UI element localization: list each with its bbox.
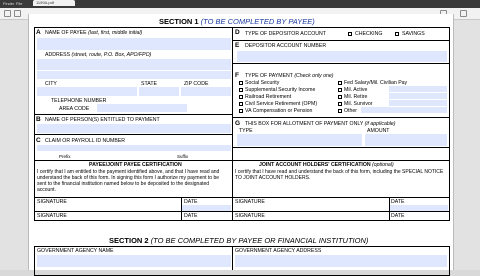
signature-label: SIGNATURE <box>235 199 265 205</box>
entitled-field[interactable] <box>37 124 231 133</box>
divider <box>232 147 450 148</box>
letter-c: C <box>36 137 41 144</box>
agency-name-label: GOVERNMENT AGENCY NAME <box>37 248 114 254</box>
address-field[interactable] <box>37 59 231 70</box>
name-label: NAME OF PAYEE (last, first, middle initi… <box>45 30 143 36</box>
payment-checkbox[interactable] <box>239 81 243 85</box>
savings-checkbox[interactable] <box>395 32 399 36</box>
checking-checkbox[interactable] <box>348 32 352 36</box>
divider <box>232 27 233 147</box>
address-label: ADDRESS (street, route, P.O. Box, APO/FP… <box>45 52 152 58</box>
claim-label: CLAIM OR PAYROLL ID NUMBER <box>45 138 126 144</box>
allotment-type-field[interactable] <box>237 134 362 146</box>
payment-checkbox[interactable] <box>338 109 342 113</box>
section1-header: SECTION 1 (TO BE COMPLETED BY PAYEE) <box>159 17 315 26</box>
entitled-label: NAME OF PERSON(S) ENTITLED TO PAYMENT <box>45 117 160 123</box>
area-code-label: AREA CODE <box>59 106 90 112</box>
payment-checkbox[interactable] <box>239 102 243 106</box>
divider <box>34 197 450 198</box>
phone-field[interactable] <box>97 104 187 112</box>
account-type-label: TYPE OF DEPOSITOR ACCOUNT <box>245 31 326 37</box>
menu-item-finder[interactable]: Finder <box>3 0 14 8</box>
divider <box>34 160 450 161</box>
signature-label: SIGNATURE <box>37 213 67 219</box>
payment-checkbox[interactable] <box>239 88 243 92</box>
allotment-label: THIS BOX FOR ALLOTMENT OF PAYMENT ONLY (… <box>245 121 396 127</box>
payee-name-field[interactable] <box>37 38 231 50</box>
section1-subtitle: (TO BE COMPLETED BY PAYEE) <box>200 17 315 26</box>
letter-d: D <box>235 29 240 36</box>
payment-option-label: Other <box>344 108 357 114</box>
agency-address-label: GOVERNMENT AGENCY ADDRESS <box>235 248 322 254</box>
date-label: DATE <box>391 213 405 219</box>
letter-g: G <box>235 120 241 127</box>
agency-name-field[interactable] <box>37 255 231 267</box>
document-tab[interactable]: 1199A.pdf <box>33 0 75 6</box>
payment-option-label: VA Compensation or Pension <box>245 108 313 114</box>
payment-checkbox[interactable] <box>239 109 243 113</box>
divider <box>232 117 450 118</box>
payment-option-label: Supplemental Security Income <box>245 87 316 93</box>
menu-item-file[interactable]: File <box>16 0 22 8</box>
divider <box>34 211 450 212</box>
sidebar-toggle-icon[interactable] <box>4 10 11 17</box>
divider <box>232 147 233 221</box>
mil-active-field[interactable] <box>389 86 447 92</box>
payment-option-label: Mil. Retire <box>344 94 368 100</box>
left-gutter <box>0 20 28 270</box>
section2-header: SECTION 2 (TO BE COMPLETED BY PAYEE OR F… <box>109 236 368 245</box>
other-payment-field[interactable] <box>361 107 447 113</box>
payment-option-label: Mil. Active <box>344 87 368 93</box>
signature-label: SIGNATURE <box>37 199 67 205</box>
claim-field[interactable] <box>37 145 231 151</box>
mil-retire-field[interactable] <box>389 93 447 99</box>
right-gutter <box>454 20 480 270</box>
divider <box>34 114 232 115</box>
allotment-amount-field[interactable] <box>365 134 447 146</box>
search-icon[interactable] <box>460 10 467 17</box>
payment-option-label: Civil Service Retirement (OPM) <box>245 101 318 107</box>
zoom-icon[interactable] <box>14 10 21 17</box>
checking-label: CHECKING <box>355 31 383 37</box>
divider <box>34 134 232 135</box>
city-field[interactable] <box>37 87 137 96</box>
address-line2-field[interactable] <box>37 71 231 79</box>
payment-checkbox[interactable] <box>239 95 243 99</box>
payee-cert-title: PAYEE/JOINT PAYEE CERTIFICATION <box>89 162 182 168</box>
date-label: DATE <box>184 213 198 219</box>
section2-subtitle: (TO BE COMPLETED BY PAYEE OR FINANCIAL I… <box>150 236 369 245</box>
payment-option-label: Social Security <box>245 80 280 86</box>
section2-title: SECTION 2 <box>109 236 149 245</box>
state-field[interactable] <box>139 87 179 96</box>
joint-cert-title: JOINT ACCOUNT HOLDERS' CERTIFICATION (op… <box>259 162 394 168</box>
payment-checkbox[interactable] <box>338 81 342 85</box>
payment-checkbox[interactable] <box>338 102 342 106</box>
zip-field[interactable] <box>181 87 231 96</box>
payment-option-label: Railroad Retirement <box>245 94 292 100</box>
signature-label: SIGNATURE <box>235 213 265 219</box>
payee-cert-text: I certify that I am entitled to the paym… <box>37 169 220 193</box>
mil-survivor-field[interactable] <box>389 100 447 106</box>
divider <box>232 40 450 41</box>
letter-b: B <box>36 116 41 123</box>
agency-address-field[interactable] <box>235 255 447 267</box>
savings-label: SAVINGS <box>402 31 425 37</box>
joint-cert-text: I certify that I have read and understan… <box>235 169 444 181</box>
depositor-number-field[interactable] <box>237 51 447 62</box>
form-page: SECTION 1 (TO BE COMPLETED BY PAYEE) A N… <box>28 14 454 276</box>
letter-e: E <box>235 42 240 49</box>
payment-type-label: TYPE OF PAYMENT (Check only one) <box>245 73 334 79</box>
divider <box>232 246 233 270</box>
letter-a: A <box>36 29 41 36</box>
letter-f: F <box>235 72 239 79</box>
payment-checkbox[interactable] <box>338 95 342 99</box>
section1-title: SECTION 1 <box>159 17 199 26</box>
payment-checkbox[interactable] <box>338 88 342 92</box>
divider <box>232 63 450 64</box>
depositor-number-label: DEPOSITOR ACCOUNT NUMBER <box>245 43 327 49</box>
menu-bar: Finder File 1199A.pdf <box>0 0 480 8</box>
